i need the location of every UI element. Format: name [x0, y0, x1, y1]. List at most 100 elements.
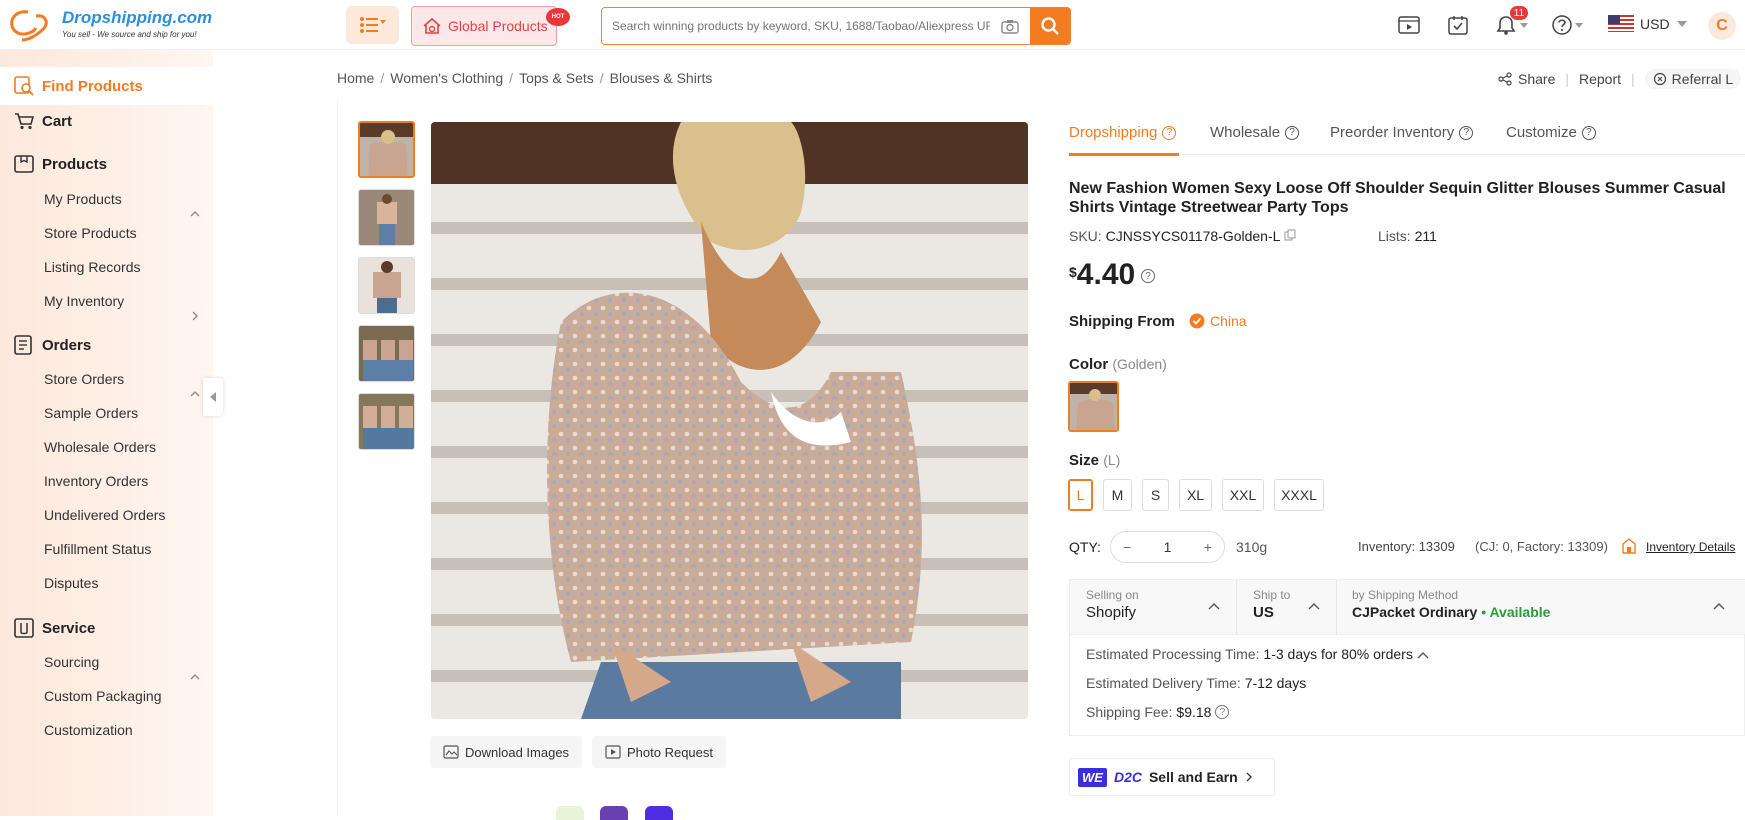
category-menu-button[interactable]: [346, 6, 399, 44]
warehouse-icon: [1622, 538, 1636, 554]
sidebar-item-custom-packaging[interactable]: Custom Packaging: [44, 688, 162, 704]
report-button[interactable]: Report: [1579, 71, 1621, 87]
shipping-from-option[interactable]: China: [1189, 313, 1247, 329]
sidebar-item-store-orders[interactable]: Store Orders: [44, 371, 124, 387]
sell-and-earn-button[interactable]: WE D2C Sell and Earn: [1069, 758, 1275, 796]
tab-wholesale[interactable]: Wholesale?: [1210, 124, 1300, 141]
size-option-xxl[interactable]: XXL: [1222, 479, 1264, 511]
sidebar-section-products[interactable]: Products: [14, 155, 107, 173]
breadcrumb-tops-sets[interactable]: Tops & Sets: [519, 70, 594, 86]
shipping-fee-label: Shipping Fee:: [1086, 704, 1173, 720]
sidebar-item-wholesale-orders[interactable]: Wholesale Orders: [44, 439, 156, 455]
chevron-up-icon[interactable]: [190, 389, 200, 399]
avatar[interactable]: C: [1708, 12, 1736, 40]
ship-to-selector[interactable]: Ship to US: [1253, 588, 1290, 621]
color-swatch-golden[interactable]: [1068, 381, 1119, 432]
referral-button[interactable]: Referral L: [1644, 69, 1742, 89]
tools-divider: |: [1631, 71, 1635, 87]
sku-label: SKU:: [1069, 228, 1102, 244]
chevron-up-icon[interactable]: [190, 209, 200, 219]
thumbnail-image: [360, 123, 413, 176]
product-main-image[interactable]: [431, 122, 1028, 719]
list-icon: [359, 17, 386, 33]
inventory-details-link[interactable]: Inventory Details: [1646, 540, 1735, 554]
photo-request-button[interactable]: Photo Request: [592, 736, 727, 768]
share-button[interactable]: Share: [1498, 71, 1555, 87]
sidebar-item-my-inventory[interactable]: My Inventory: [44, 293, 124, 309]
logo-icon[interactable]: [6, 6, 56, 42]
search-button[interactable]: [1030, 8, 1070, 44]
help-icon[interactable]: [1551, 14, 1587, 36]
photo-request-icon: [605, 745, 621, 759]
chevron-up-icon[interactable]: [1417, 651, 1429, 659]
breadcrumb-home[interactable]: Home: [337, 70, 374, 86]
selling-on-selector[interactable]: Selling on Shopify: [1086, 588, 1139, 621]
bottom-icon[interactable]: [600, 806, 628, 820]
size-option-s[interactable]: S: [1142, 479, 1169, 511]
tab-customize[interactable]: Customize?: [1506, 124, 1596, 141]
product-thumbnail[interactable]: [358, 393, 415, 450]
sidebar-item-inventory-orders[interactable]: Inventory Orders: [44, 473, 148, 489]
help-circle-icon[interactable]: ?: [1285, 125, 1300, 140]
image-search-button[interactable]: [990, 8, 1030, 44]
product-thumbnail[interactable]: [358, 121, 415, 178]
sidebar-item-my-products[interactable]: My Products: [44, 191, 122, 207]
help-circle-icon[interactable]: ?: [1162, 125, 1177, 140]
referral-icon: [1653, 72, 1666, 86]
qty-decrease-button[interactable]: −: [1123, 539, 1131, 555]
search-input[interactable]: [602, 8, 990, 44]
sidebar-section-orders[interactable]: Orders: [14, 335, 91, 355]
size-option-xxxl[interactable]: XXXL: [1274, 479, 1324, 511]
qty-increase-button[interactable]: +: [1204, 539, 1212, 555]
shipping-fee-help-icon[interactable]: ?: [1215, 705, 1230, 719]
sidebar-item-listing-records[interactable]: Listing Records: [44, 259, 141, 275]
task-check-icon[interactable]: [1446, 14, 1470, 36]
chevron-up-icon[interactable]: [1208, 602, 1220, 610]
global-products-button[interactable]: Global Products: [411, 6, 557, 46]
product-thumbnail[interactable]: [358, 325, 415, 382]
size-row: Size (L): [1069, 452, 1120, 469]
shipping-method-value: CJPacket Ordinary: [1352, 604, 1478, 620]
help-circle-icon[interactable]: ?: [1459, 125, 1474, 140]
chevron-up-icon[interactable]: [1713, 602, 1725, 610]
sidebar-item-store-products[interactable]: Store Products: [44, 225, 137, 241]
bottom-icon[interactable]: [645, 806, 673, 820]
breadcrumb-womens-clothing[interactable]: Women's Clothing: [390, 70, 503, 86]
video-icon[interactable]: [1397, 14, 1421, 36]
currency-selector[interactable]: USD: [1608, 15, 1688, 32]
tab-dropshipping[interactable]: Dropshipping?: [1069, 124, 1177, 141]
help-circle-icon[interactable]: ?: [1581, 125, 1596, 140]
sidebar-item-cart[interactable]: Cart: [14, 112, 72, 130]
breadcrumb-blouses-shirts[interactable]: Blouses & Shirts: [610, 70, 713, 86]
shipping-method-selector[interactable]: by Shipping Method CJPacket Ordinary • A…: [1352, 588, 1550, 620]
size-option-l[interactable]: L: [1068, 479, 1093, 511]
sidebar-item-undelivered-orders[interactable]: Undelivered Orders: [44, 507, 165, 523]
shipping-from-value: China: [1210, 313, 1247, 329]
sidebar-item-sourcing[interactable]: Sourcing: [44, 654, 99, 670]
logo-text[interactable]: Dropshipping.com: [62, 8, 212, 28]
sidebar-item-sample-orders[interactable]: Sample Orders: [44, 405, 138, 421]
product-thumbnail[interactable]: [358, 189, 415, 246]
product-thumbnail[interactable]: [358, 257, 415, 314]
page-tools: Share | Report | Referral L: [1498, 69, 1742, 89]
bottom-icon[interactable]: [556, 806, 584, 820]
sidebar-section-service[interactable]: Service: [14, 618, 95, 638]
chevron-up-icon[interactable]: [190, 672, 200, 682]
download-images-button[interactable]: Download Images: [430, 736, 583, 768]
size-option-xl[interactable]: XL: [1179, 479, 1212, 511]
tab-preorder-inventory[interactable]: Preorder Inventory?: [1330, 124, 1474, 141]
us-flag-icon: [1608, 15, 1634, 32]
copy-icon[interactable]: [1284, 229, 1296, 241]
price-help-icon[interactable]: ?: [1141, 269, 1155, 283]
header-divider: [1236, 580, 1237, 635]
sidebar-collapse-button[interactable]: [203, 378, 223, 416]
sidebar-item-disputes[interactable]: Disputes: [44, 575, 98, 591]
sidebar-item-customization[interactable]: Customization: [44, 722, 133, 738]
tab-label: Dropshipping: [1069, 124, 1158, 141]
service-icon: [14, 618, 34, 638]
qty-value[interactable]: 1: [1164, 539, 1172, 555]
chevron-up-icon[interactable]: [1308, 602, 1320, 610]
size-option-m[interactable]: M: [1103, 479, 1132, 511]
sidebar-item-find-products[interactable]: Find Products: [0, 67, 213, 105]
sidebar-item-fulfillment-status[interactable]: Fulfillment Status: [44, 541, 151, 557]
